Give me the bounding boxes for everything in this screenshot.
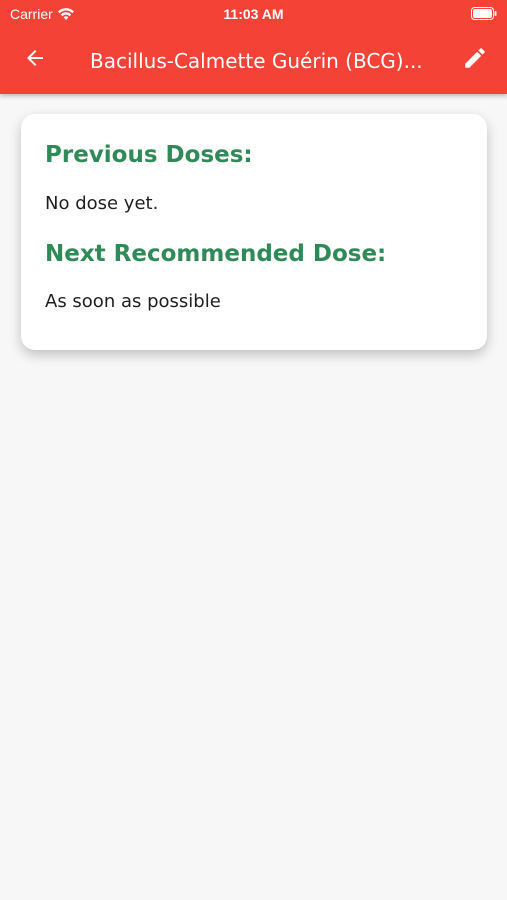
page-title: Bacillus-Calmette Guérin (BCG)...	[90, 49, 423, 73]
edit-button[interactable]	[458, 43, 492, 77]
status-bar: Carrier 11:03 AM	[0, 0, 507, 28]
previous-doses-value: No dose yet.	[45, 193, 159, 214]
next-dose-heading: Next Recommended Dose:	[45, 241, 387, 267]
arrow-left-icon	[23, 46, 47, 74]
dose-info-card: Previous Doses: No dose yet. Next Recomm…	[21, 114, 487, 350]
status-time: 11:03 AM	[223, 6, 284, 22]
battery-icon	[471, 7, 497, 20]
toolbar: Bacillus-Calmette Guérin (BCG)...	[0, 28, 507, 94]
app-bar: Carrier 11:03 AM Bacillus-Calmette Guéri…	[0, 0, 507, 94]
pencil-icon	[462, 45, 488, 75]
back-button[interactable]	[18, 43, 52, 77]
previous-doses-heading: Previous Doses:	[45, 142, 253, 168]
next-dose-value: As soon as possible	[45, 291, 221, 312]
